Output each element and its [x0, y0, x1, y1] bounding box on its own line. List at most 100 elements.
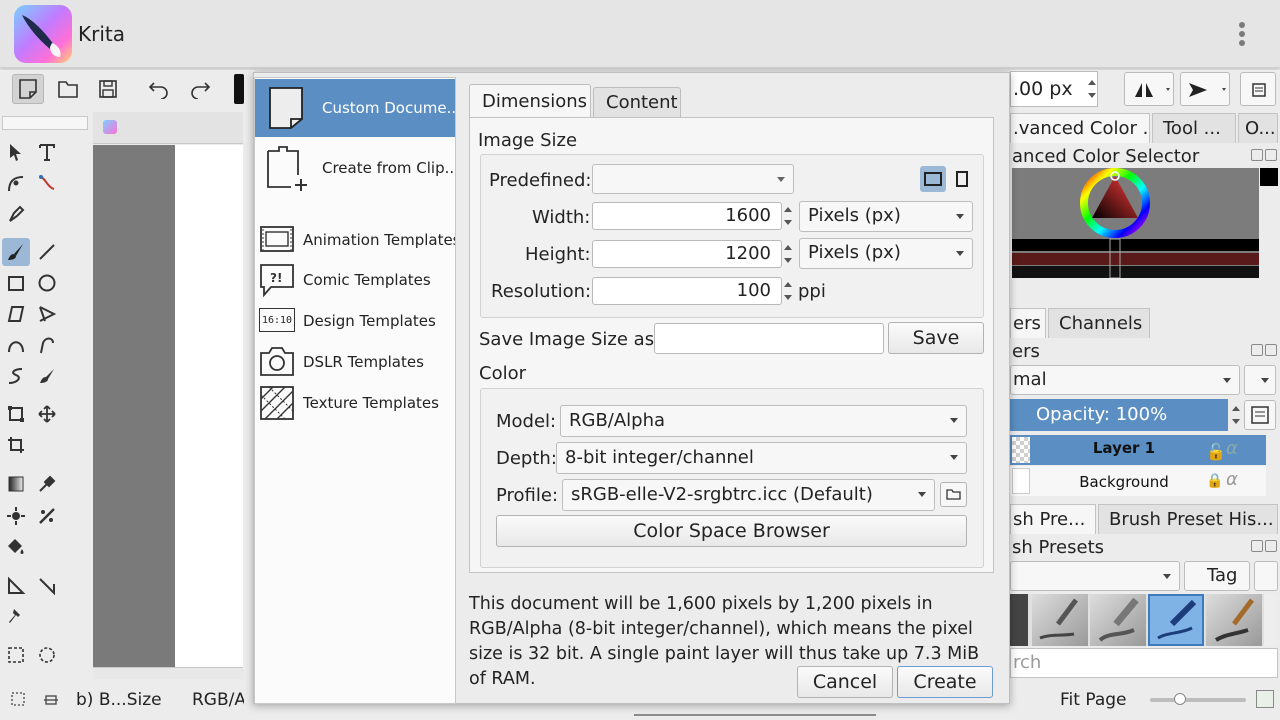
brush-preset-item[interactable]: [1206, 594, 1262, 646]
float-docker-icon[interactable]: [1251, 149, 1263, 161]
brush-size-field[interactable]: .00 px: [1010, 71, 1098, 107]
smart-patch-tool-icon[interactable]: [2, 502, 30, 530]
portrait-orientation-button[interactable]: [950, 166, 974, 192]
reference-images-tool-icon[interactable]: [2, 603, 30, 631]
edit-shapes-tool-icon[interactable]: [2, 169, 30, 197]
perspective-tool-icon[interactable]: [33, 572, 61, 600]
new-document-button[interactable]: [12, 74, 44, 104]
tab-overview[interactable]: O...: [1238, 113, 1278, 143]
undo-button[interactable]: [143, 74, 175, 104]
background-alpha-icon[interactable]: α: [1226, 469, 1238, 490]
zoom-slider[interactable]: [1150, 693, 1246, 705]
dynamic-brush-tool-icon[interactable]: [2, 362, 30, 390]
canvas-paper[interactable]: [175, 145, 243, 667]
current-color-swatch[interactable]: [1260, 168, 1278, 186]
canvas-horizontal-scrollbar[interactable]: [93, 667, 243, 679]
ellipse-tool-icon[interactable]: [33, 269, 61, 297]
redo-button[interactable]: [184, 74, 216, 104]
height-spinner[interactable]: [782, 240, 794, 268]
brush-preset-item[interactable]: [1032, 594, 1088, 646]
zoom-slider-handle[interactable]: [1174, 693, 1186, 705]
cancel-button[interactable]: Cancel: [797, 666, 893, 698]
height-unit-select[interactable]: Pixels (px): [799, 238, 973, 269]
tab-brush-presets[interactable]: sh Pre...: [1010, 504, 1096, 534]
layer-row-layer-1[interactable]: Layer 1 🔓 α: [1010, 435, 1266, 465]
wrap-around-button[interactable]: [1180, 72, 1230, 106]
document-tab-icon[interactable]: [103, 120, 117, 134]
sidebar-item-custom-document[interactable]: Custom Docume...: [255, 79, 455, 137]
height-input[interactable]: 1200: [592, 240, 782, 268]
width-input[interactable]: 1600: [592, 202, 782, 230]
brush-color-swatch[interactable]: [234, 74, 244, 104]
save-size-button[interactable]: Save: [888, 322, 984, 354]
sidebar-item-dslr-templates[interactable]: DSLR Templates: [255, 345, 455, 379]
layer-filter-button[interactable]: [1244, 365, 1276, 395]
polyline-tool-icon[interactable]: [33, 300, 61, 328]
color-model-select[interactable]: RGB/Alpha: [560, 405, 967, 437]
save-document-button[interactable]: [92, 74, 124, 104]
tag-button[interactable]: Tag: [1184, 561, 1250, 591]
fill-tool-icon[interactable]: [2, 533, 30, 561]
fit-page-label[interactable]: Fit Page: [1060, 690, 1127, 710]
brush-preset-item[interactable]: [1010, 594, 1028, 646]
brush-search-input[interactable]: rch: [1010, 648, 1278, 678]
color-selector-area[interactable]: [1012, 168, 1259, 278]
float-brush-docker-icon[interactable]: [1251, 540, 1263, 552]
sidebar-item-create-from-clipboard[interactable]: Create from Clip...: [255, 139, 455, 197]
pen-tool-icon[interactable]: [2, 200, 30, 228]
brush-tag-select[interactable]: [1010, 561, 1180, 591]
color-space-browser-button[interactable]: Color Space Browser: [496, 515, 967, 547]
bezier-curve-tool-icon[interactable]: [2, 331, 30, 359]
workspace-menu-button[interactable]: [1240, 72, 1276, 106]
tab-dimensions[interactable]: Dimensions: [469, 84, 591, 118]
transform-tool-icon[interactable]: [2, 400, 30, 428]
measure-tool-icon[interactable]: [2, 572, 30, 600]
tab-layers[interactable]: ers: [1010, 308, 1046, 338]
overflow-menu-icon[interactable]: [1234, 20, 1250, 48]
rectangle-tool-icon[interactable]: [2, 269, 30, 297]
resolution-input[interactable]: 100: [592, 277, 782, 305]
brush-size-spinner[interactable]: [1086, 75, 1098, 103]
multibrush-tool-icon[interactable]: [33, 362, 61, 390]
sidebar-item-texture-templates[interactable]: Texture Templates: [255, 385, 455, 421]
color-picker-tool-icon[interactable]: [33, 470, 61, 498]
save-image-size-input[interactable]: [654, 323, 884, 354]
background-lock-icon[interactable]: 🔒: [1206, 473, 1223, 489]
layer-row-background[interactable]: Background 🔒 α: [1010, 466, 1266, 496]
select-shapes-tool-icon[interactable]: [2, 138, 30, 166]
layer-opacity-slider[interactable]: Opacity: 100%: [1010, 399, 1228, 431]
ellipse-selection-tool-icon[interactable]: [33, 641, 61, 669]
tab-brush-preset-history[interactable]: Brush Preset His...: [1098, 504, 1278, 534]
tab-content[interactable]: Content: [593, 87, 681, 117]
tab-advanced-color[interactable]: .vanced Color ...: [1010, 113, 1150, 143]
calligraphy-tool-icon[interactable]: [33, 169, 61, 197]
landscape-orientation-button[interactable]: [920, 166, 946, 192]
polygon-tool-icon[interactable]: [2, 300, 30, 328]
brush-preset-item[interactable]: [1090, 594, 1146, 646]
profile-browse-button[interactable]: [940, 482, 967, 507]
rectangle-selection-tool-icon[interactable]: [2, 641, 30, 669]
brush-grid-scrollbar[interactable]: [1264, 594, 1276, 646]
freehand-path-tool-icon[interactable]: [33, 331, 61, 359]
close-docker-icon[interactable]: [1265, 149, 1277, 161]
tab-tool-options[interactable]: Tool ...: [1152, 113, 1236, 143]
predefined-select[interactable]: [592, 164, 794, 194]
sidebar-item-animation-templates[interactable]: Animation Templates: [255, 224, 455, 256]
sidebar-item-comic-templates[interactable]: ?! Comic Templates: [255, 263, 455, 297]
create-button[interactable]: Create: [897, 666, 993, 698]
float-layers-docker-icon[interactable]: [1251, 344, 1263, 356]
layer-properties-button[interactable]: [1244, 400, 1276, 430]
open-document-button[interactable]: [52, 74, 84, 104]
brush-view-options-button[interactable]: [1254, 561, 1278, 591]
close-layers-docker-icon[interactable]: [1265, 344, 1277, 356]
tab-channels[interactable]: Channels: [1048, 308, 1150, 338]
brush-preset-item-selected[interactable]: [1148, 594, 1204, 646]
color-depth-select[interactable]: 8-bit integer/channel: [556, 442, 967, 474]
width-spinner[interactable]: [782, 202, 794, 230]
opacity-spinner[interactable]: [1230, 401, 1242, 429]
assistant-tool-icon[interactable]: [33, 502, 61, 530]
resolution-spinner[interactable]: [782, 277, 794, 305]
alpha-lock-icon[interactable]: α: [1226, 438, 1238, 459]
text-tool-icon[interactable]: [33, 138, 61, 166]
sidebar-item-design-templates[interactable]: 16:10 Design Templates: [255, 306, 455, 336]
